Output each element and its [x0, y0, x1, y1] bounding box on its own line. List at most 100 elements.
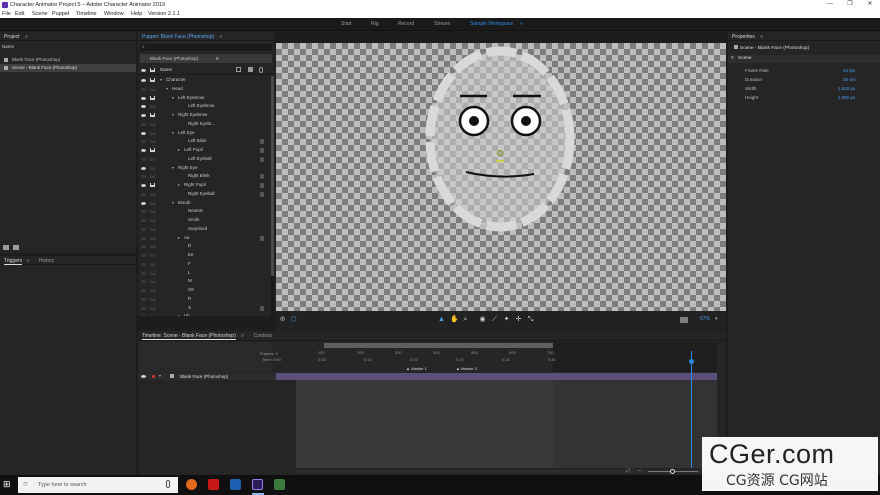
frame-rate-value[interactable]: 24 fps: [843, 68, 855, 73]
disclosure-triangle-icon[interactable]: ▾: [172, 111, 174, 120]
eye-icon[interactable]: [141, 96, 146, 100]
panel-menu-icon[interactable]: ≡: [760, 34, 763, 40]
layer-row[interactable]: ▸ Right Pupil: [138, 181, 274, 190]
disclosure-triangle-icon[interactable]: ▸: [178, 181, 180, 190]
eye-icon[interactable]: [141, 289, 146, 292]
layer-row[interactable]: ▾ Right Eye: [138, 164, 274, 173]
eye-icon[interactable]: [141, 271, 146, 275]
layer-row[interactable]: L: [138, 269, 274, 278]
zoom-out-icon[interactable]: –: [638, 468, 641, 474]
workspace-stream[interactable]: Stream: [434, 21, 450, 27]
marker-2[interactable]: ▲ Marker 2: [456, 366, 477, 371]
eye-icon[interactable]: [141, 297, 146, 301]
scene-mic-icon[interactable]: ⬡: [290, 316, 297, 323]
workspace-start[interactable]: Start: [341, 21, 352, 27]
disclosure-triangle-icon[interactable]: ▸: [178, 234, 180, 243]
dragger-tool-icon[interactable]: ✦: [503, 316, 510, 323]
word-icon[interactable]: [230, 479, 241, 490]
scene-canvas[interactable]: [276, 43, 726, 311]
eye-icon[interactable]: [141, 175, 146, 179]
eye-icon[interactable]: [141, 184, 146, 187]
scene-section[interactable]: ▾ Scene: [728, 55, 880, 63]
layer-row[interactable]: Neutral: [138, 207, 274, 216]
layer-row[interactable]: Right Eyeball: [138, 190, 274, 199]
layer-row[interactable]: Left Eyebrow: [138, 102, 274, 111]
crown-icon[interactable]: [150, 314, 155, 316]
select-arrow-icon[interactable]: ▲: [438, 316, 445, 323]
layer-row[interactable]: ▾ Head: [138, 85, 274, 94]
width-value[interactable]: 1,920 px: [838, 86, 855, 91]
origin-tool-icon[interactable]: ◉: [479, 316, 486, 323]
tab-history[interactable]: History: [39, 258, 55, 264]
layer-row[interactable]: Left Blink: [138, 137, 274, 146]
disclosure-triangle-icon[interactable]: ▾: [166, 85, 168, 94]
crown-icon[interactable]: [150, 130, 155, 135]
crown-icon[interactable]: [150, 104, 155, 109]
crown-icon[interactable]: [150, 244, 155, 249]
layer-row[interactable]: ▾ Mouth: [138, 199, 274, 208]
eye-icon[interactable]: [141, 201, 146, 205]
crown-icon[interactable]: [150, 86, 155, 91]
tab-triggers[interactable]: Triggers: [4, 258, 23, 265]
layer-row[interactable]: Ee: [138, 251, 274, 260]
eye-icon[interactable]: [141, 192, 146, 196]
layer-row[interactable]: Right Eyebr...: [138, 120, 274, 129]
menu-scene[interactable]: Scene: [32, 11, 48, 17]
panel-menu-icon[interactable]: ≡: [220, 34, 223, 40]
zoom-fit-icon[interactable]: ⤢: [626, 468, 630, 474]
crown-icon[interactable]: [150, 200, 155, 205]
eye-icon[interactable]: [141, 114, 146, 117]
record-arm-icon[interactable]: [152, 375, 155, 378]
track-bar[interactable]: [276, 373, 717, 380]
timeline-zoom-slider[interactable]: [648, 469, 698, 474]
scrollbar-thumb[interactable]: [271, 76, 274, 276]
eye-icon[interactable]: [141, 105, 146, 109]
crown-icon[interactable]: [150, 288, 155, 292]
crown-icon[interactable]: [150, 209, 155, 214]
eye-icon[interactable]: [141, 245, 146, 249]
timeline-ruler[interactable]: 100 200 300 400 500 600 700 0:05 0:10 0:…: [296, 342, 717, 372]
layer-row[interactable]: ▸ Uh: [138, 312, 274, 316]
import-icon[interactable]: [13, 245, 19, 250]
layer-row[interactable]: Left Eyeball: [138, 155, 274, 164]
eye-icon[interactable]: [141, 306, 146, 310]
disclosure-triangle-icon[interactable]: ▾: [172, 129, 174, 138]
crown-icon[interactable]: [150, 121, 155, 126]
menu-puppet[interactable]: Puppet: [52, 11, 69, 17]
workspace-record[interactable]: Record: [398, 21, 414, 27]
eye-icon[interactable]: [141, 280, 146, 284]
layer-row[interactable]: F: [138, 260, 274, 269]
eye-icon[interactable]: [141, 254, 146, 257]
layer-row[interactable]: ▾ Right Eyebrow: [138, 111, 274, 120]
menu-timeline[interactable]: Timeline: [76, 11, 97, 17]
layer-row[interactable]: R: [138, 295, 274, 304]
menu-edit[interactable]: Edit: [15, 11, 24, 17]
zoom-tool-icon[interactable]: ⌕: [462, 316, 469, 323]
crown-icon[interactable]: [150, 226, 155, 231]
eye-icon[interactable]: [141, 210, 146, 214]
crown-icon[interactable]: [150, 235, 155, 240]
zoom-level[interactable]: 67%: [700, 316, 710, 322]
eye-icon[interactable]: [141, 227, 146, 231]
new-folder-icon[interactable]: [3, 245, 9, 250]
duration-value[interactable]: 30 sec: [843, 77, 856, 82]
crown-icon[interactable]: [150, 191, 155, 196]
eye-icon[interactable]: [141, 140, 146, 144]
disclosure-triangle-icon[interactable]: ▸: [178, 146, 180, 155]
workspace-sample[interactable]: Sample Workspace: [470, 21, 513, 27]
stick-tool-icon[interactable]: ⤡: [527, 316, 534, 323]
eye-icon[interactable]: [141, 149, 146, 152]
crown-icon[interactable]: [150, 261, 155, 266]
layer-row[interactable]: Right Blink: [138, 172, 274, 181]
media-app-icon[interactable]: [208, 479, 219, 490]
workspace-rig[interactable]: Rig: [371, 21, 379, 27]
pin-tool-icon[interactable]: ⟋: [491, 316, 498, 323]
marker-1[interactable]: ▲ Marker 1: [406, 366, 427, 371]
project-item-selected[interactable]: Scene - Blank Face (Photoshop): [0, 64, 136, 72]
eye-icon[interactable]: [141, 315, 146, 316]
puppet-search-input[interactable]: ⌕: [140, 44, 272, 51]
crown-icon[interactable]: [150, 279, 155, 284]
eye-icon[interactable]: [141, 131, 146, 135]
crown-icon[interactable]: [150, 165, 155, 170]
layer-row[interactable]: ▸ Left Pupil: [138, 146, 274, 155]
